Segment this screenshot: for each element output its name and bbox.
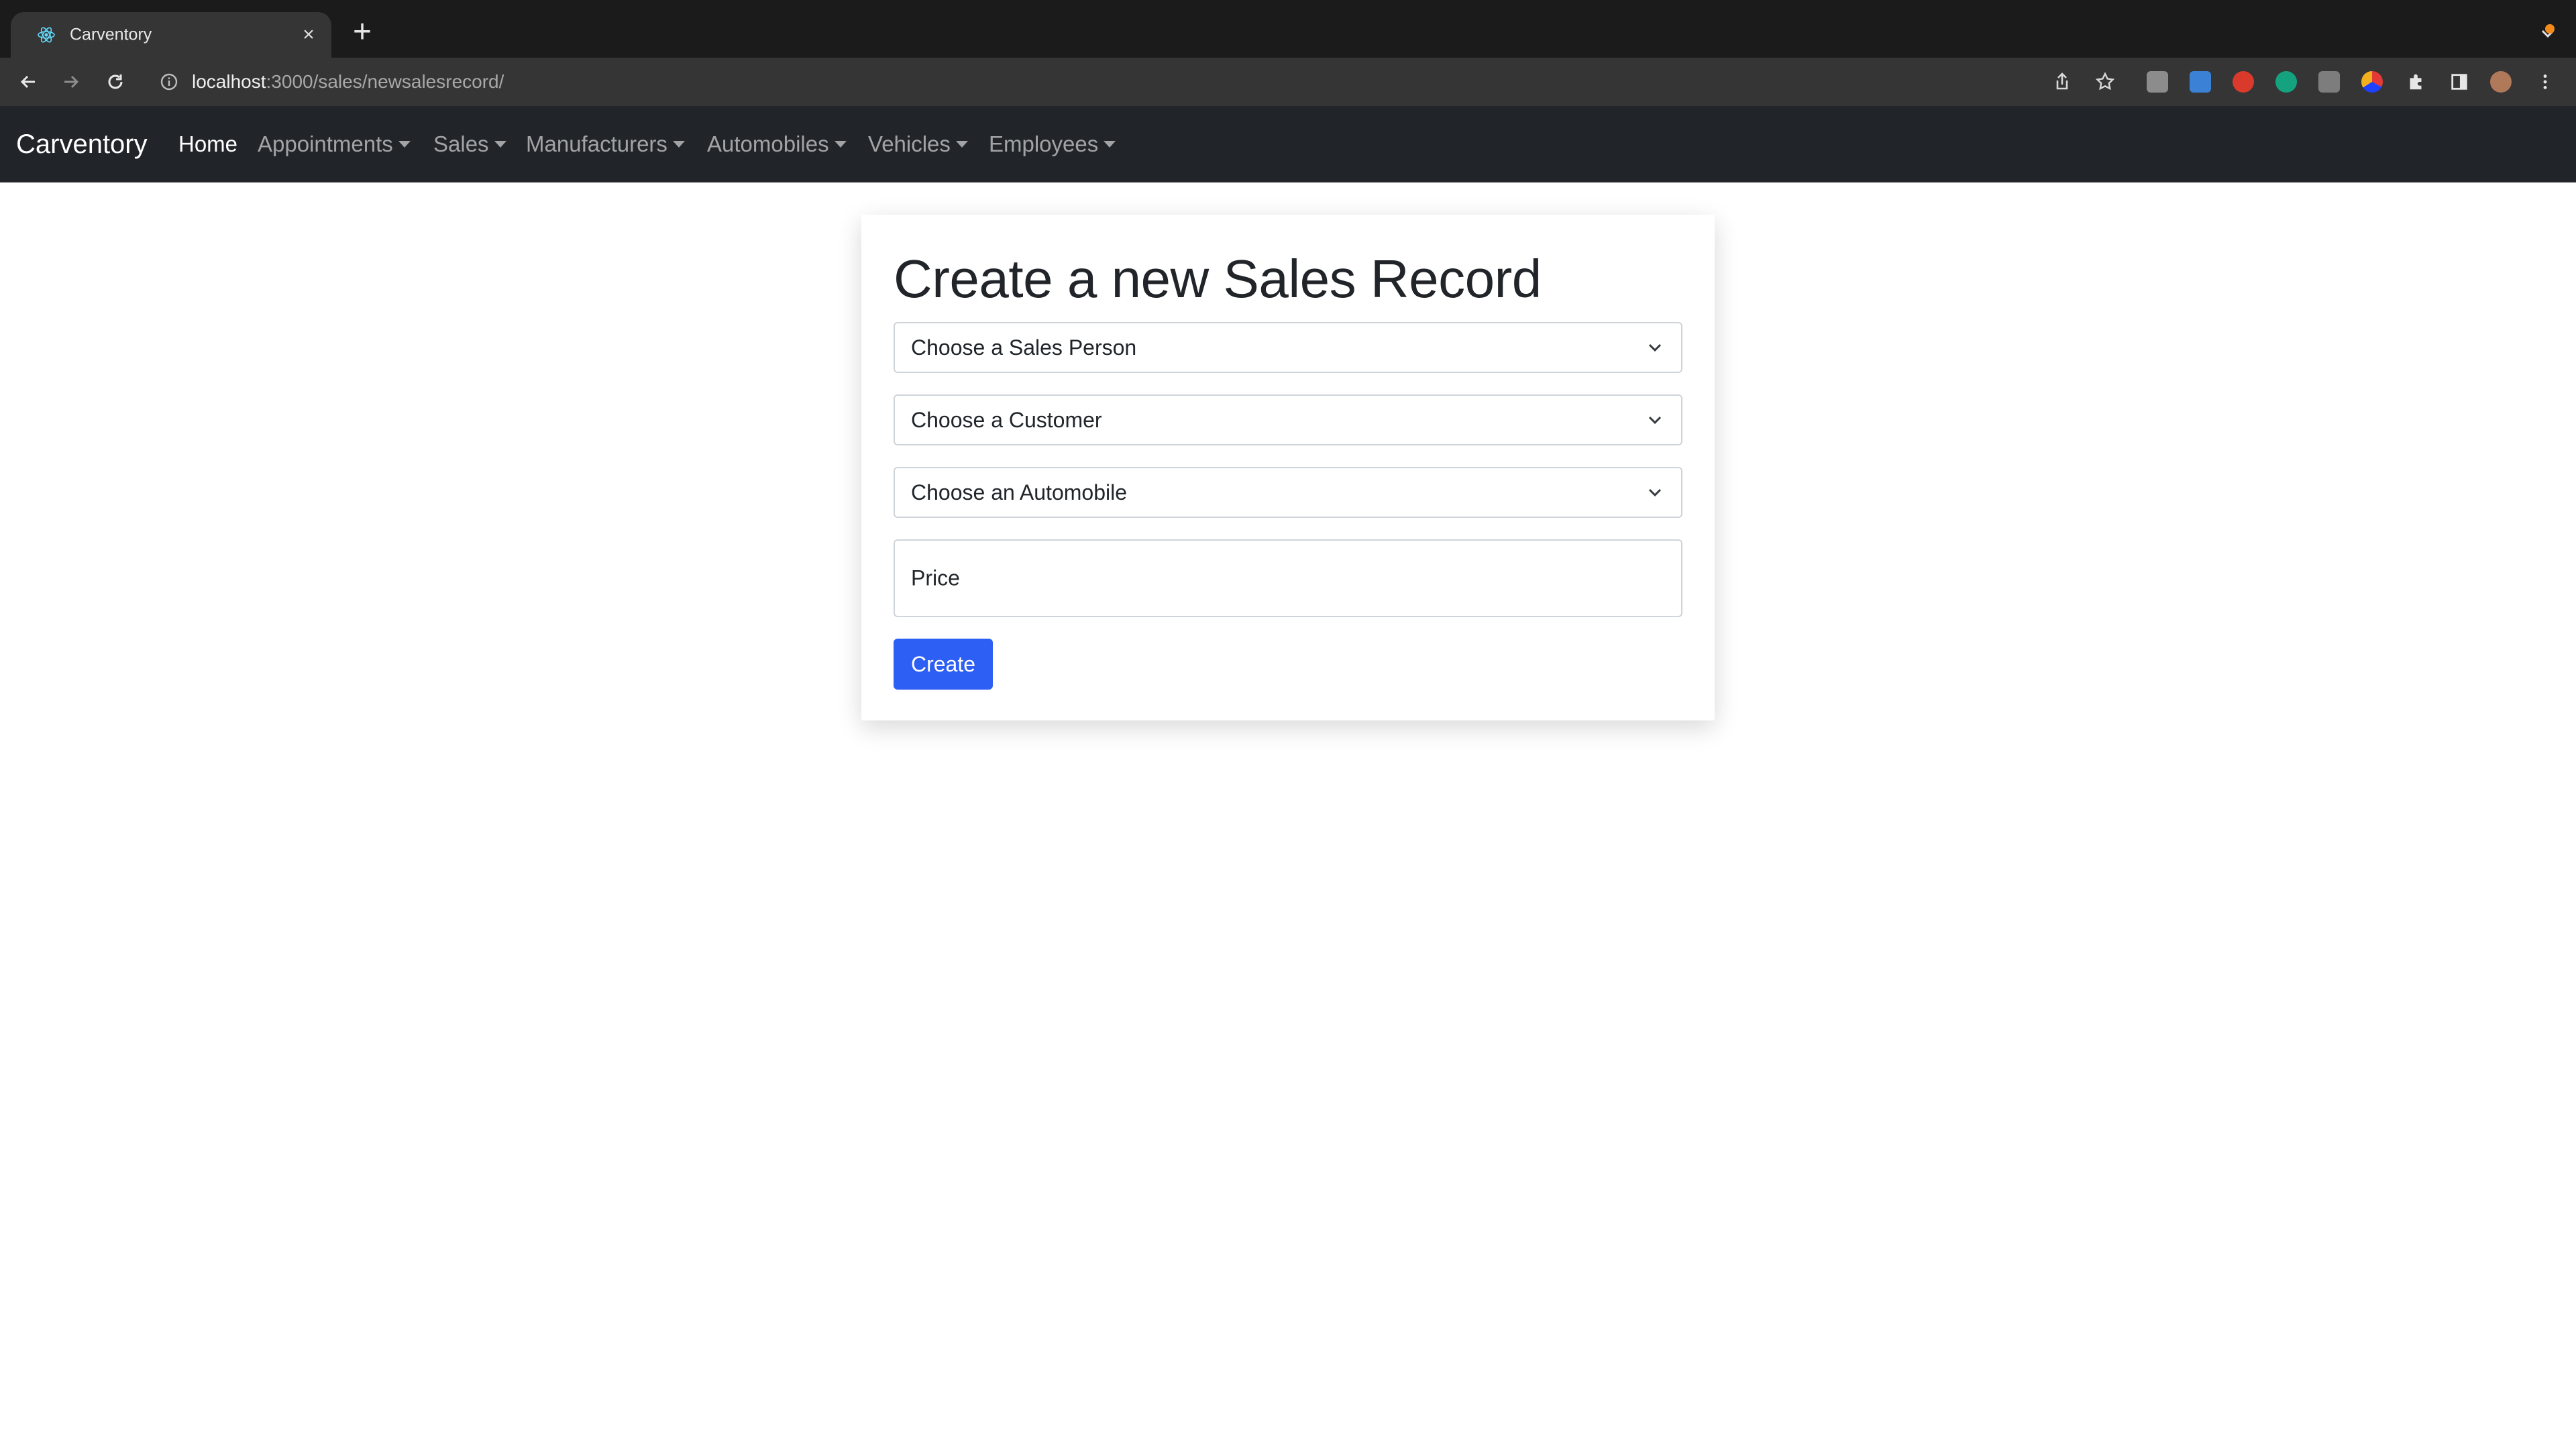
chevron-down-icon — [1648, 488, 1662, 497]
back-icon[interactable] — [13, 67, 43, 97]
new-tab-icon[interactable]: + — [349, 16, 376, 48]
sales-person-select[interactable]: Choose a Sales Person — [894, 322, 1682, 373]
nav-item-appointments[interactable]: Appointments — [258, 131, 411, 157]
react-favicon-icon — [38, 27, 55, 43]
nav-item-label: Sales — [433, 131, 489, 156]
profile-avatar[interactable] — [2490, 71, 2512, 93]
nav-item-label: Automobiles — [707, 131, 829, 156]
page-title: Create a new Sales Record — [894, 249, 1542, 309]
extension-2-icon[interactable] — [2190, 71, 2211, 93]
sales-record-form-card: Create a new Sales Record Choose a Sales… — [861, 215, 1715, 720]
tab-search-icon[interactable] — [2534, 20, 2561, 47]
nav-item-label: Manufacturers — [526, 131, 667, 156]
site-info-icon[interactable] — [160, 72, 178, 91]
extension-6-icon[interactable] — [2361, 71, 2383, 93]
nav-item-label: Vehicles — [868, 131, 951, 156]
chevron-down-icon — [1648, 416, 1662, 425]
tab-title: Carventory — [70, 25, 152, 44]
navbar-brand[interactable]: Carventory — [16, 129, 148, 160]
nav-item-employees[interactable]: Employees — [989, 131, 1116, 157]
address-bar[interactable]: localhost:3000/sales/newsalesrecord/ — [150, 63, 2377, 101]
chevron-down-icon — [1648, 343, 1662, 352]
caret-down-icon — [834, 141, 847, 148]
side-panel-icon[interactable] — [2447, 70, 2471, 94]
browser-tab[interactable]: Carventory × — [11, 12, 331, 58]
caret-down-icon — [494, 141, 506, 148]
bookmark-star-icon[interactable] — [2093, 70, 2117, 94]
nav-item-manufacturers[interactable]: Manufacturers — [526, 131, 685, 157]
customer-select-value: Choose a Customer — [911, 407, 1102, 432]
reload-icon[interactable] — [101, 67, 130, 97]
extension-5-icon[interactable] — [2318, 71, 2340, 93]
automobile-select[interactable]: Choose an Automobile — [894, 467, 1682, 518]
caret-down-icon — [672, 141, 685, 148]
extensions-puzzle-icon[interactable] — [2404, 70, 2428, 94]
nav-item-label: Employees — [989, 131, 1099, 156]
nav-item-label: Home — [178, 131, 238, 156]
browser-tabstrip: Carventory × + — [0, 0, 2576, 58]
share-icon[interactable] — [2050, 70, 2074, 94]
extension-3-icon[interactable] — [2233, 71, 2254, 93]
browser-toolbar: localhost:3000/sales/newsalesrecord/ — [0, 58, 2576, 106]
caret-down-icon — [398, 141, 411, 148]
forward-icon[interactable] — [56, 67, 86, 97]
automobile-select-value: Choose an Automobile — [911, 480, 1127, 504]
url-host: localhost — [192, 71, 266, 92]
caret-down-icon — [955, 141, 968, 148]
menu-kebab-icon[interactable] — [2533, 70, 2557, 94]
nav-item-sales[interactable]: Sales — [433, 131, 506, 157]
notification-dot — [2545, 24, 2555, 34]
customer-select[interactable]: Choose a Customer — [894, 394, 1682, 445]
price-input[interactable]: Price — [894, 539, 1682, 617]
tab-close-icon[interactable]: × — [297, 25, 321, 45]
nav-item-label: Appointments — [258, 131, 393, 156]
extension-1-icon[interactable] — [2147, 71, 2168, 93]
url-path: :3000/sales/newsalesrecord/ — [266, 71, 504, 92]
price-floating-label: Price — [911, 566, 960, 590]
nav-item-vehicles[interactable]: Vehicles — [868, 131, 968, 157]
grammarly-icon[interactable] — [2275, 71, 2297, 93]
sales-person-select-value: Choose a Sales Person — [911, 335, 1137, 360]
app-navbar: Carventory Home Appointments Sales Manuf… — [0, 106, 2576, 182]
caret-down-icon — [1104, 141, 1116, 148]
nav-item-home[interactable]: Home — [178, 131, 237, 157]
nav-item-automobiles[interactable]: Automobiles — [707, 131, 847, 157]
create-button[interactable]: Create — [894, 639, 993, 690]
